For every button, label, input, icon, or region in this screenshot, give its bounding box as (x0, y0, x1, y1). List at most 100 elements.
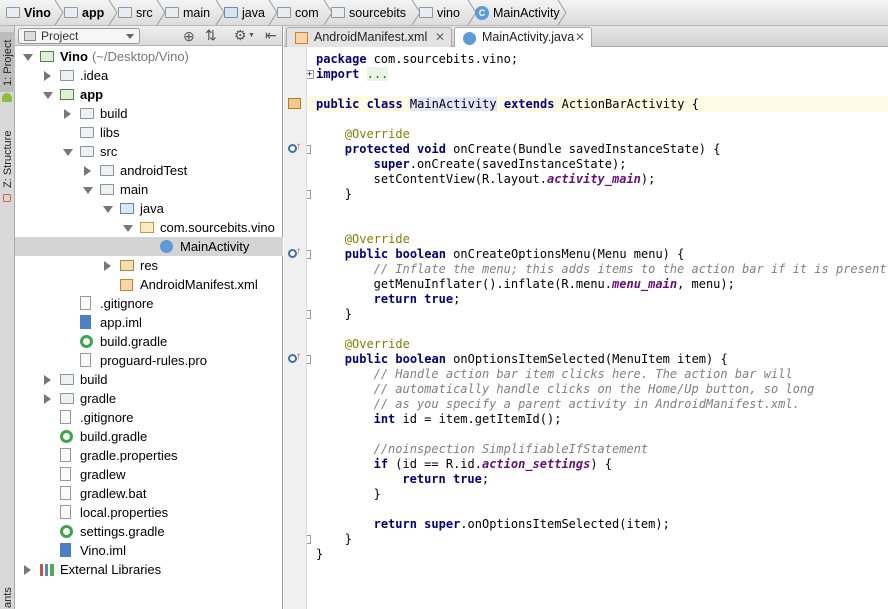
tree-item[interactable]: MainActivity (15, 237, 283, 256)
build-variants-tool-tab[interactable]: ants (0, 582, 15, 609)
layout-xml-icon[interactable] (288, 98, 301, 109)
expand-down-icon[interactable] (23, 54, 33, 61)
code-token: ; (453, 292, 461, 306)
fold-toggle-icon[interactable] (307, 535, 311, 544)
tree-item-label: .gitignore (80, 410, 134, 425)
fold-toggle-icon[interactable] (307, 310, 311, 319)
hide-panel-icon[interactable]: ⇤ (265, 27, 277, 44)
scroll-from-source-icon[interactable]: ⊕ (183, 28, 195, 45)
code-token: @Override (344, 127, 410, 141)
breadcrumb-item[interactable]: vino (419, 0, 477, 25)
expand-down-icon[interactable] (83, 187, 93, 194)
tree-item[interactable]: gradle (15, 389, 283, 408)
close-icon[interactable]: ✕ (575, 28, 585, 47)
code-line: //noinspection SimplifiableIfStatement (374, 442, 649, 457)
tree-item[interactable]: java (15, 199, 283, 218)
tree-item[interactable]: .gitignore (15, 294, 283, 313)
expand-right-icon[interactable] (24, 565, 31, 575)
structure-tool-tab[interactable]: Z: Structure (0, 122, 15, 202)
tree-item[interactable]: gradlew.bat (15, 484, 283, 503)
fold-toggle-icon[interactable] (307, 250, 311, 259)
tree-item-label: proguard-rules.pro (100, 353, 207, 368)
tree-item[interactable]: AndroidManifest.xml (15, 275, 283, 294)
editor-tab[interactable]: MainActivity.java ✕ (454, 27, 592, 48)
code-line: @Override (345, 337, 410, 352)
text-file-icon (60, 505, 71, 519)
fold-toggle-icon[interactable] (307, 190, 311, 199)
breadcrumb-item[interactable]: app (64, 0, 118, 25)
tree-item-label: build (80, 372, 108, 387)
fold-toggle-icon[interactable]: + (307, 70, 314, 79)
tree-item[interactable]: External Libraries (15, 560, 283, 579)
code-token: id = item.getItemId(); (402, 412, 562, 426)
code-token: // automatically handle clicks on the Ho… (373, 382, 815, 396)
tree-item[interactable]: Vino.iml (15, 541, 283, 560)
expand-right-icon[interactable] (44, 375, 51, 385)
fold-toggle-icon[interactable] (307, 355, 311, 364)
tree-item[interactable]: Vino (~/Desktop/Vino) (15, 47, 283, 66)
code-editor[interactable]: package com.sourcebits.vino; import ... pub… (307, 47, 888, 609)
expand-right-icon[interactable] (84, 166, 91, 176)
fold-toggle-icon[interactable] (307, 145, 311, 154)
tree-item-label: build.gradle (80, 429, 148, 444)
tree-item[interactable]: main (15, 180, 283, 199)
breadcrumb-item[interactable]: src (118, 0, 166, 25)
breadcrumb-item[interactable]: C MainActivity (475, 0, 567, 25)
code-line: public boolean onCreateOptionsMenu(Menu … (345, 247, 685, 262)
expand-down-icon[interactable] (63, 149, 73, 156)
expand-right-icon[interactable] (64, 109, 71, 119)
editor-tab[interactable]: AndroidManifest.xml ✕ (286, 27, 452, 47)
code-line: return true; (374, 292, 461, 307)
code-token: return true (402, 472, 482, 486)
project-view-select[interactable]: Project (18, 28, 140, 44)
code-line: public boolean onOptionsItemSelected(Men… (345, 352, 728, 367)
breadcrumb-item[interactable]: Vino (6, 0, 64, 25)
breadcrumb-item[interactable]: main (165, 0, 225, 25)
folder-icon (60, 374, 74, 385)
tree-item[interactable]: androidTest (15, 161, 283, 180)
breadcrumb-item[interactable]: com (277, 0, 333, 25)
tree-item[interactable]: gradle.properties (15, 446, 283, 465)
tree-item[interactable]: settings.gradle (15, 522, 283, 541)
code-token: } (344, 187, 353, 201)
gear-icon[interactable]: ⚙ (234, 27, 247, 44)
tree-item[interactable]: src (15, 142, 283, 161)
expand-down-icon[interactable] (123, 225, 133, 232)
tree-item[interactable]: build (15, 104, 283, 123)
tree-item[interactable]: com.sourcebits.vino (15, 218, 283, 237)
tree-item[interactable]: .gitignore (15, 408, 283, 427)
tree-item[interactable]: .idea (15, 66, 283, 85)
breadcrumb-item[interactable]: java (224, 0, 278, 25)
tree-item[interactable]: local.properties (15, 503, 283, 522)
iml-file-icon (60, 543, 71, 557)
breadcrumb-label: Vino (24, 5, 51, 20)
expand-right-icon[interactable] (44, 71, 51, 81)
tree-item[interactable]: build (15, 370, 283, 389)
tree-item[interactable]: build.gradle (15, 332, 283, 351)
tree-item[interactable]: proguard-rules.pro (15, 351, 283, 370)
close-icon[interactable]: ✕ (435, 28, 445, 47)
tree-item[interactable]: libs (15, 123, 283, 142)
code-line: } (345, 532, 352, 547)
tree-item[interactable]: build.gradle (15, 427, 283, 446)
tree-item[interactable]: app.iml (15, 313, 283, 332)
project-tool-tab[interactable]: 1: Project (0, 32, 15, 92)
code-token: menu_main (612, 277, 678, 291)
tree-item[interactable]: app (15, 85, 283, 104)
code-line: import ... (316, 67, 389, 82)
project-tool-tab-label: 1: Project (2, 39, 14, 86)
expand-right-icon[interactable] (104, 261, 111, 271)
code-line: setContentView(R.layout.activity_main); (374, 172, 656, 187)
expand-down-icon[interactable] (43, 92, 53, 99)
collapse-all-icon[interactable]: ⇅ (205, 27, 217, 44)
tree-item[interactable]: res (15, 256, 283, 275)
expand-right-icon[interactable] (44, 394, 51, 404)
breadcrumb-item[interactable]: sourcebits (331, 0, 421, 25)
source-folder-icon (120, 203, 134, 214)
code-line: getMenuInflater().inflate(R.menu.menu_ma… (374, 277, 735, 292)
tree-item[interactable]: gradlew (15, 465, 283, 484)
code-line: @Override (345, 232, 410, 247)
gear-dropdown-icon[interactable]: ▼ (248, 32, 255, 39)
expand-down-icon[interactable] (103, 206, 113, 213)
code-line: } (316, 547, 323, 562)
